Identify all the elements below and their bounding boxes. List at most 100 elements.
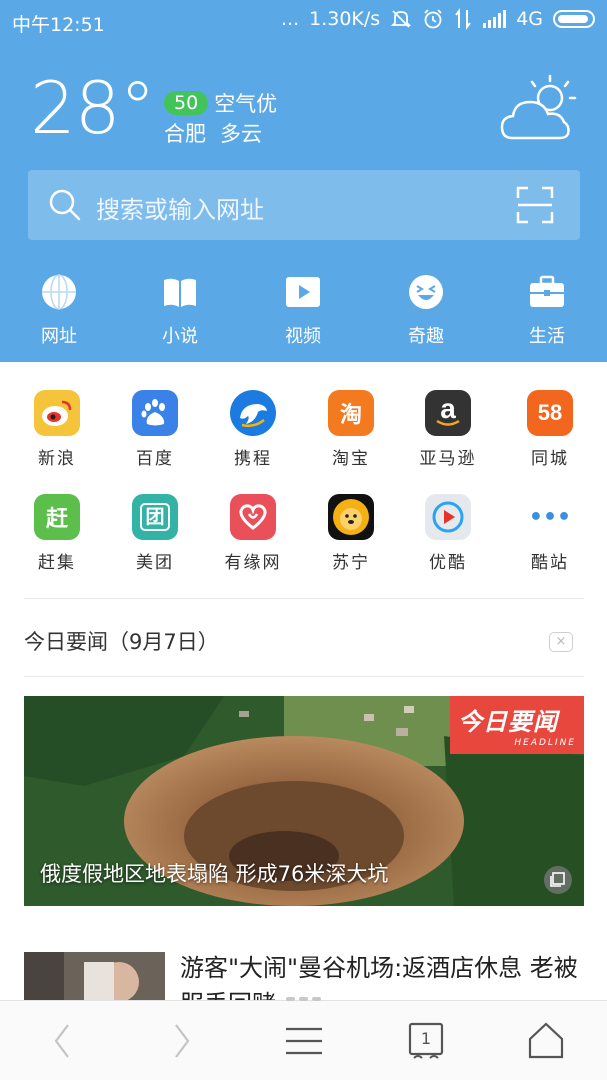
- nav-item-video[interactable]: 视频: [263, 270, 343, 348]
- network-speed: 1.30K/s: [309, 8, 381, 30]
- quick-link-label: 亚马逊: [419, 449, 477, 469]
- headline-tag-text: 今日要闻: [458, 708, 558, 736]
- search-icon: [49, 189, 81, 221]
- headline-tag-subtext: HEADLINE: [514, 738, 576, 748]
- temperature: 28°: [30, 66, 156, 150]
- quick-link-label: 酷站: [531, 553, 569, 573]
- status-dots: ...: [280, 8, 300, 30]
- play-icon: [286, 277, 320, 307]
- quick-link-meituan[interactable]: 团 美团: [115, 486, 195, 573]
- quick-link-label: 新浪: [38, 449, 76, 469]
- quick-link-label: 有缘网: [224, 553, 282, 573]
- ganji-glyph: 赶: [45, 507, 68, 532]
- gallery-icon: [544, 866, 572, 894]
- quick-link-taobao[interactable]: 淘 淘宝: [311, 382, 391, 469]
- dolphin-icon: [240, 404, 267, 428]
- nav-label: 奇趣: [408, 326, 444, 347]
- baidu-paw-icon: [141, 399, 165, 426]
- home-icon[interactable]: [526, 1021, 566, 1061]
- youku-icon: [425, 494, 471, 540]
- laugh-icon: [409, 275, 443, 309]
- book-icon: [164, 278, 196, 307]
- quick-link-more[interactable]: ••• 酷站: [510, 486, 590, 573]
- quick-link-label: 携程: [234, 449, 272, 469]
- taobao-glyph: 淘: [339, 403, 362, 428]
- nav-item-urls[interactable]: 网址: [19, 270, 99, 348]
- tab-count: 1: [420, 1029, 432, 1048]
- quick-link-youku[interactable]: 优酷: [408, 486, 488, 573]
- nav-label: 网址: [41, 326, 77, 347]
- signal-icon: [483, 10, 507, 28]
- quick-link-label: 百度: [136, 449, 174, 469]
- mute-icon: [391, 10, 412, 28]
- status-time: 中午12:51: [12, 14, 105, 36]
- nav-label: 视频: [285, 326, 321, 347]
- quick-link-label: 赶集: [38, 553, 76, 573]
- 58-icon: 58: [527, 390, 573, 436]
- globe-icon: [42, 274, 76, 310]
- quick-link-suning[interactable]: 苏宁: [311, 486, 391, 573]
- forward-icon[interactable]: [162, 1021, 202, 1061]
- headline-caption: 俄度假地区地表塌陷 形成76米深大坑: [40, 862, 389, 886]
- status-icons: ... 1.30K/s 4G: [281, 8, 595, 30]
- nav-label: 生活: [529, 326, 565, 347]
- briefcase-icon: [530, 275, 564, 307]
- back-icon[interactable]: [42, 1021, 82, 1061]
- quick-link-ganji[interactable]: 赶 赶集: [17, 486, 97, 573]
- more-glyph: •••: [528, 504, 572, 530]
- news-thumbnail[interactable]: [24, 952, 165, 1002]
- quick-link-amazon[interactable]: a 亚马逊: [408, 382, 488, 469]
- weibo-eye-icon: [42, 400, 72, 426]
- data-transfer-icon: [455, 8, 471, 30]
- battery-icon: [553, 10, 595, 28]
- weather-condition: 多云: [220, 122, 262, 146]
- nav-label: 小说: [162, 326, 198, 347]
- nav-item-fun[interactable]: 奇趣: [386, 270, 466, 348]
- heart-icon: [239, 504, 267, 530]
- more-icon: •••: [527, 494, 573, 540]
- amazon-glyph: a: [440, 393, 456, 424]
- scan-qr-icon[interactable]: [516, 186, 554, 224]
- quick-link-label: 苏宁: [332, 553, 370, 573]
- meituan-glyph: 团: [140, 503, 170, 531]
- meituan-icon: 团: [132, 494, 178, 540]
- location-weather[interactable]: 合肥 多云: [164, 118, 262, 148]
- quick-link-58[interactable]: 58 同城: [510, 382, 590, 469]
- network-type: 4G: [516, 8, 543, 30]
- alarm-icon: [424, 9, 442, 29]
- news-photo: [24, 952, 165, 1002]
- bottom-toolbar: 1: [0, 997, 607, 1080]
- quick-link-label: 淘宝: [332, 449, 370, 469]
- quick-link-youyuan[interactable]: 有缘网: [213, 486, 293, 573]
- aqi-badge: 50: [164, 91, 209, 115]
- nav-item-novels[interactable]: 小说: [140, 270, 220, 348]
- city-name: 合肥: [164, 122, 206, 146]
- tabs-button[interactable]: 1: [406, 1021, 446, 1061]
- nav-item-life[interactable]: 生活: [507, 270, 587, 348]
- headline-tag: 今日要闻 HEADLINE: [450, 696, 584, 754]
- search-placeholder: 搜索或输入网址: [96, 196, 264, 224]
- youku-play-icon: [432, 501, 464, 533]
- quick-link-sina[interactable]: 新浪: [17, 382, 97, 469]
- aqi-label: 空气优: [214, 92, 278, 116]
- quick-link-label: 优酷: [429, 553, 467, 573]
- ganji-icon: 赶: [34, 494, 80, 540]
- gallery-stack-icon: [550, 872, 565, 887]
- weibo-icon: [34, 390, 80, 436]
- close-news-button[interactable]: ×: [549, 632, 573, 652]
- quick-link-baidu[interactable]: 百度: [115, 382, 195, 469]
- divider: [24, 598, 584, 599]
- quick-link-ctrip[interactable]: 携程: [213, 382, 293, 469]
- search-bar[interactable]: 搜索或输入网址: [28, 170, 580, 240]
- amazon-icon: a: [425, 390, 471, 436]
- drag-handle-icon[interactable]: [286, 997, 322, 1003]
- ctrip-icon: [230, 390, 276, 436]
- news-section-title: 今日要闻（9月7日）: [24, 630, 219, 654]
- air-quality[interactable]: 50 空气优: [164, 88, 277, 118]
- menu-icon[interactable]: [284, 1021, 324, 1061]
- quick-link-label: 美团: [136, 553, 174, 573]
- headline-card[interactable]: 今日要闻 HEADLINE 俄度假地区地表塌陷 形成76米深大坑: [24, 696, 584, 906]
- quick-link-label: 同城: [531, 449, 569, 469]
- partly-cloudy-icon[interactable]: [498, 72, 582, 146]
- taobao-icon: 淘: [328, 390, 374, 436]
